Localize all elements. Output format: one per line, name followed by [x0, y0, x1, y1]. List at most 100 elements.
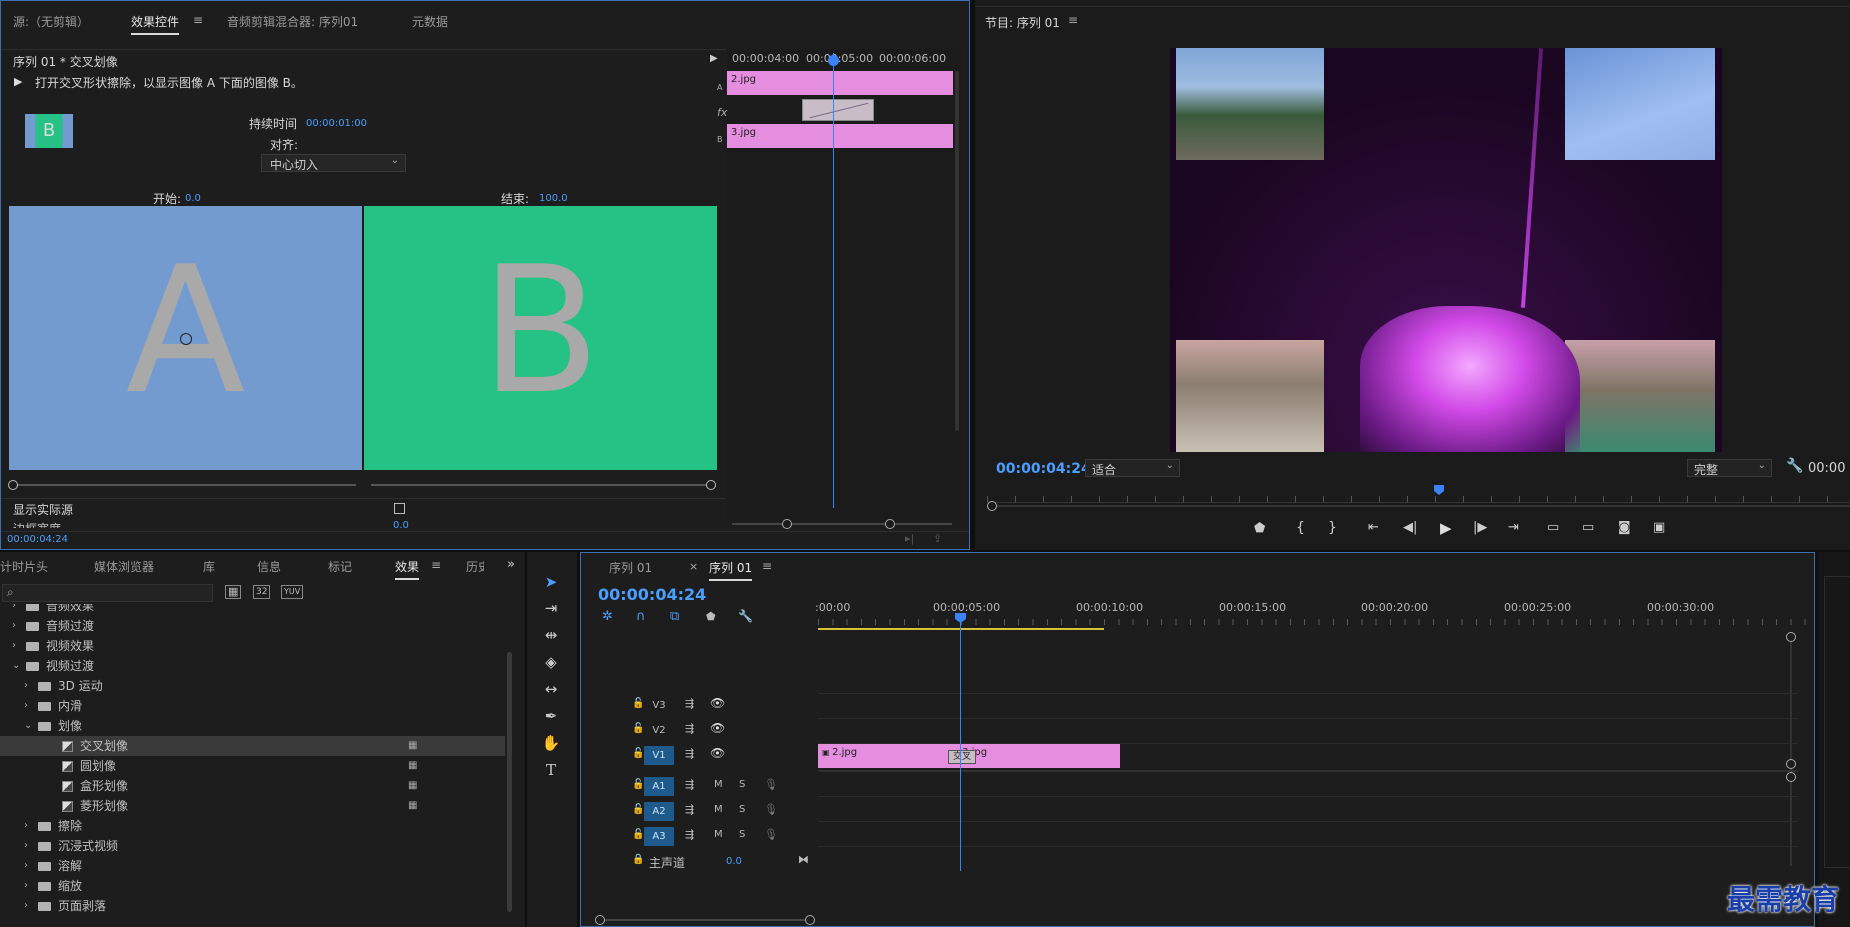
- sync-lock-icon[interactable]: ⇶: [685, 697, 694, 710]
- chevron-right-icon[interactable]: ›: [24, 856, 28, 876]
- sync-lock-icon[interactable]: ⇶: [685, 747, 694, 760]
- microphone-icon[interactable]: 🎙: [764, 828, 778, 841]
- accelerated-effects-icon[interactable]: ▦: [225, 585, 242, 599]
- effect-folder[interactable]: › 音频效果: [0, 604, 505, 616]
- microphone-icon[interactable]: 🎙: [764, 778, 778, 791]
- mute-button[interactable]: M: [714, 829, 723, 840]
- 32bit-icon[interactable]: 32: [253, 585, 271, 599]
- vertical-scroll[interactable]: [1786, 632, 1796, 866]
- effects-scrollbar[interactable]: [507, 652, 512, 912]
- mini-playhead-handle[interactable]: [828, 55, 839, 66]
- more-tabs-icon[interactable]: »: [507, 557, 515, 572]
- lift-icon[interactable]: ▭: [1547, 520, 1559, 535]
- tab-source[interactable]: 源:（无剪辑）: [13, 13, 89, 30]
- camera-icon[interactable]: ◙: [1618, 520, 1631, 535]
- tab-markers[interactable]: 标记: [328, 558, 352, 575]
- chevron-right-icon[interactable]: ›: [12, 636, 16, 656]
- align-dropdown[interactable]: 中心切入 ⌄: [261, 154, 406, 172]
- mini-clip-a[interactable]: 2.jpg: [727, 71, 953, 95]
- extract-icon[interactable]: ▭: [1582, 520, 1594, 535]
- track-label[interactable]: A1: [644, 777, 674, 796]
- mark-in-icon[interactable]: {: [1296, 520, 1305, 536]
- tab-audio-mixer[interactable]: 音频剪辑混合器: 序列01: [227, 13, 358, 30]
- microphone-icon[interactable]: 🎙: [764, 803, 778, 816]
- effect-item[interactable]: 菱形划像 ▦: [0, 796, 505, 816]
- panel-menu-icon[interactable]: ≡: [1068, 13, 1078, 27]
- effect-folder[interactable]: › 擦除: [0, 816, 505, 836]
- search-input[interactable]: [21, 586, 210, 602]
- effect-folder[interactable]: › 沉浸式视频: [0, 836, 505, 856]
- tab-history[interactable]: 历史: [466, 558, 484, 575]
- chevron-right-icon[interactable]: ›: [24, 896, 28, 916]
- effect-folder[interactable]: › 音频过渡: [0, 616, 505, 636]
- sync-lock-icon[interactable]: ⇶: [685, 803, 694, 816]
- effect-folder[interactable]: › 3D 运动: [0, 676, 505, 696]
- tab-sequence-2[interactable]: 序列 01: [709, 559, 753, 581]
- duration-value[interactable]: 00:00:01:00: [306, 118, 367, 129]
- step-forward-icon[interactable]: |▶: [1473, 520, 1487, 535]
- filter-icon[interactable]: ▸|: [905, 532, 914, 545]
- compare-icon[interactable]: ▣: [1653, 520, 1665, 535]
- lock-icon[interactable]: 🔓: [632, 698, 644, 709]
- chevron-right-icon[interactable]: ›: [12, 616, 16, 636]
- quality-dropdown[interactable]: 完整 ⌄: [1687, 459, 1772, 477]
- sync-lock-icon[interactable]: ⇶: [685, 778, 694, 791]
- lock-icon[interactable]: 🔓: [632, 748, 644, 759]
- chevron-right-icon[interactable]: ›: [24, 836, 28, 856]
- tab-libraries[interactable]: 库: [203, 558, 215, 575]
- play-transition-icon[interactable]: ▶: [14, 75, 22, 88]
- add-marker-icon[interactable]: ⬟: [1254, 521, 1265, 536]
- chevron-right-icon[interactable]: ›: [24, 696, 28, 716]
- panel-menu-icon[interactable]: ≡: [193, 13, 203, 27]
- effect-item[interactable]: 盒形划像 ▦: [0, 776, 505, 796]
- eye-icon[interactable]: 👁: [710, 721, 725, 735]
- chevron-right-icon[interactable]: ›: [24, 816, 28, 836]
- horizontal-scroll[interactable]: [595, 915, 815, 925]
- hand-tool-icon[interactable]: ✋: [540, 732, 562, 754]
- solo-button[interactable]: S: [739, 779, 745, 790]
- end-value[interactable]: 100.0: [539, 193, 568, 204]
- effect-controls-timecode[interactable]: 00:00:04:24: [7, 534, 68, 545]
- effect-folder[interactable]: › 溶解: [0, 856, 505, 876]
- solo-button[interactable]: S: [739, 829, 745, 840]
- track-label[interactable]: A3: [644, 827, 674, 846]
- tab-info[interactable]: 信息: [257, 558, 281, 575]
- mini-playhead[interactable]: [833, 53, 834, 508]
- track-label[interactable]: V2: [644, 721, 674, 740]
- panel-menu-icon[interactable]: ≡: [762, 559, 772, 573]
- program-scrubber[interactable]: [987, 492, 1850, 503]
- lock-icon[interactable]: 🔓: [632, 779, 644, 790]
- type-tool-icon[interactable]: T: [540, 759, 562, 781]
- start-value[interactable]: 0.0: [185, 193, 201, 204]
- tab-metadata[interactable]: 元数据: [412, 13, 448, 30]
- timeline-ruler[interactable]: :00:00 00:00:05:00 00:00:10:00 00:00:15:…: [815, 601, 1808, 631]
- close-tab-icon[interactable]: ×: [689, 560, 698, 573]
- start-slider[interactable]: [8, 480, 356, 490]
- yuv-icon[interactable]: YUV: [281, 585, 304, 599]
- razor-tool-icon[interactable]: ◈: [540, 651, 562, 673]
- chevron-right-icon[interactable]: ›: [24, 676, 28, 696]
- lock-icon[interactable]: 🔓: [632, 723, 644, 734]
- timeline-transition[interactable]: 交叉: [948, 750, 976, 764]
- tab-effects[interactable]: 效果: [395, 558, 420, 580]
- wrench-icon[interactable]: 🔧: [1786, 458, 1803, 474]
- mini-scrollbar[interactable]: [955, 71, 959, 431]
- master-track-value[interactable]: 0.0: [726, 856, 742, 867]
- mini-transition-block[interactable]: [802, 99, 874, 121]
- magnet-icon[interactable]: ∩: [636, 609, 646, 624]
- chevron-right-icon[interactable]: ›: [24, 876, 28, 896]
- snap-icon[interactable]: ✲: [602, 609, 613, 624]
- effect-item[interactable]: 圆划像 ▦: [0, 756, 505, 776]
- pen-tool-icon[interactable]: ✒: [540, 705, 562, 727]
- panel-menu-icon[interactable]: ≡: [431, 558, 441, 572]
- timeline-timecode[interactable]: 00:00:04:24: [598, 585, 706, 604]
- track-label[interactable]: V1: [644, 746, 674, 765]
- add-marker-icon[interactable]: ⬟: [706, 610, 716, 623]
- effect-folder[interactable]: › 缩放: [0, 876, 505, 896]
- mark-out-icon[interactable]: }: [1328, 520, 1337, 536]
- tab-sequence-1[interactable]: 序列 01: [609, 559, 652, 576]
- track-label[interactable]: V3: [644, 696, 674, 715]
- effect-folder[interactable]: › 页面剥落: [0, 896, 505, 916]
- sync-lock-icon[interactable]: ⇶: [685, 828, 694, 841]
- step-back-icon[interactable]: ◀|: [1403, 520, 1417, 535]
